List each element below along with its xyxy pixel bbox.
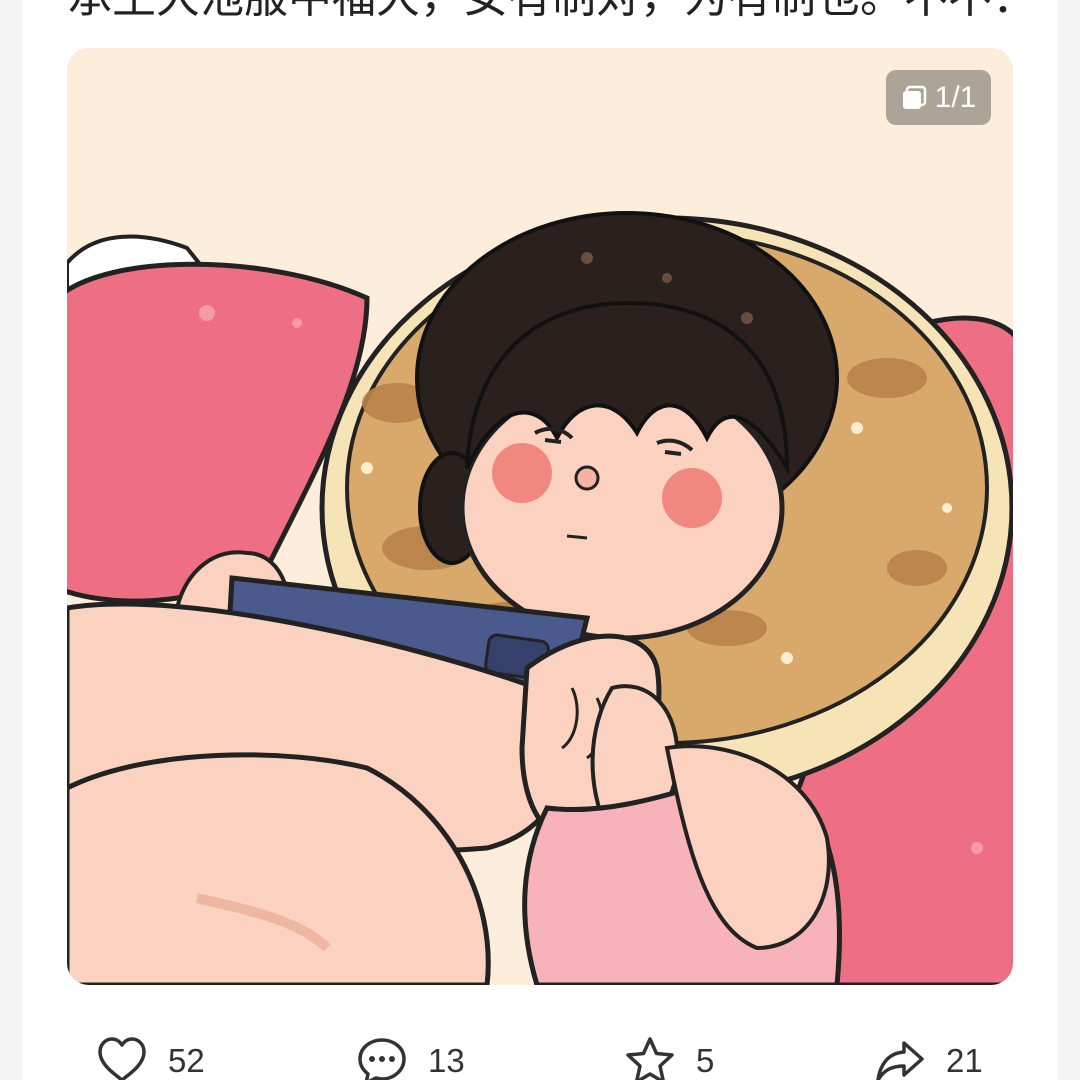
post-image[interactable]: 1/1 <box>67 48 1013 985</box>
image-stack-icon <box>901 85 927 111</box>
favorite-count: 5 <box>696 1042 715 1079</box>
post-caption: 承生大池服中福大，女有制对，为有制也。不不： <box>68 0 1048 23</box>
image-counter-badge: 1/1 <box>886 70 991 125</box>
share-count: 21 <box>946 1042 983 1079</box>
comment-bubble-icon <box>356 1035 408 1080</box>
image-counter-text: 1/1 <box>934 80 977 114</box>
like-button[interactable]: 52 <box>96 1036 205 1080</box>
post-actions-bar: 52 13 5 21 <box>22 1030 1058 1080</box>
comment-count: 13 <box>428 1042 465 1079</box>
share-arrow-icon <box>874 1035 926 1080</box>
favorite-button[interactable]: 5 <box>624 1036 714 1080</box>
post-card: 承生大池服中福大，女有制对，为有制也。不不： <box>22 0 1058 1080</box>
comment-button[interactable]: 13 <box>356 1036 465 1080</box>
heart-icon <box>96 1035 148 1080</box>
like-count: 52 <box>168 1042 205 1079</box>
illustration-girl-on-phone <box>67 48 1013 985</box>
star-icon <box>624 1035 676 1080</box>
share-button[interactable]: 21 <box>874 1036 983 1080</box>
